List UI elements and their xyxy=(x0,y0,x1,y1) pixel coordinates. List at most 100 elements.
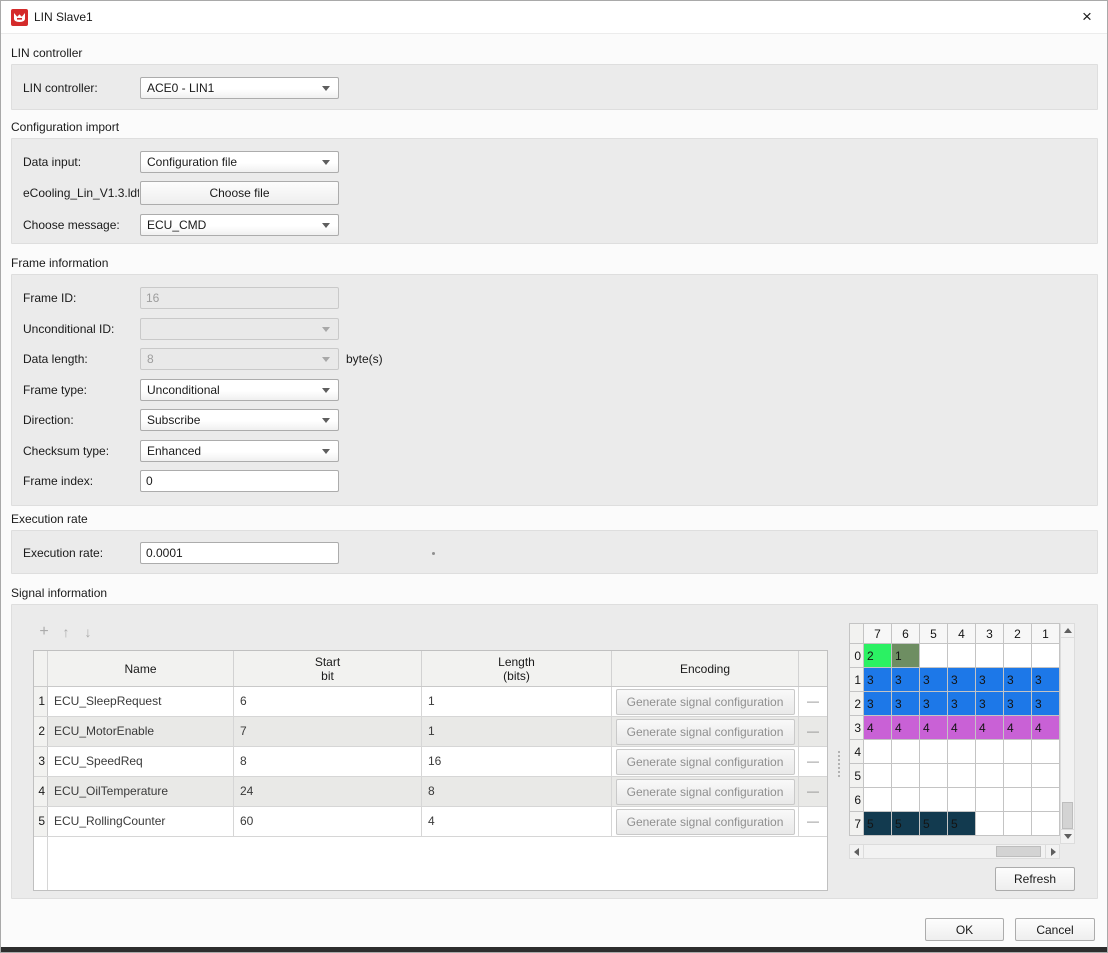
column-header-encoding: Encoding xyxy=(612,651,799,686)
generate-signal-configuration-button: Generate signal configuration xyxy=(616,809,795,835)
choose-file-button[interactable]: Choose file xyxy=(140,181,339,205)
row-action-dash: — xyxy=(799,777,827,806)
start-bit-cell[interactable]: 8 xyxy=(234,747,422,776)
lin-controller-label: LIN controller: xyxy=(23,81,98,95)
bit-cell xyxy=(864,740,892,764)
unconditional-id-dropdown xyxy=(140,318,339,340)
bit-cell: 3 xyxy=(1032,692,1060,716)
ok-button[interactable]: OK xyxy=(925,918,1004,941)
section-title-signal-information: Signal information xyxy=(11,586,107,600)
bit-cell xyxy=(976,740,1004,764)
bit-cell xyxy=(976,764,1004,788)
lin-controller-dropdown[interactable]: ACE0 - LIN1 xyxy=(140,77,339,99)
bit-grid-row-header: 1 xyxy=(850,668,864,692)
bit-grid-row-header: 4 xyxy=(850,740,864,764)
signal-table: Name Startbit Length(bits) Encoding 1 EC… xyxy=(33,650,828,891)
scroll-down-icon[interactable] xyxy=(1060,829,1075,844)
splitter-handle[interactable] xyxy=(838,751,840,777)
bit-grid-horizontal-scrollbar[interactable] xyxy=(849,844,1060,859)
signal-name-cell[interactable]: ECU_SleepRequest xyxy=(48,687,234,716)
data-input-dropdown[interactable]: Configuration file xyxy=(140,151,339,173)
start-bit-cell[interactable]: 6 xyxy=(234,687,422,716)
bit-grid-vertical-scrollbar[interactable] xyxy=(1060,623,1075,844)
frame-index-input[interactable] xyxy=(140,470,339,492)
cancel-button[interactable]: Cancel xyxy=(1015,918,1095,941)
direction-dropdown[interactable]: Subscribe xyxy=(140,409,339,431)
bit-cell: 3 xyxy=(948,692,976,716)
data-length-unit: byte(s) xyxy=(346,352,383,366)
bit-cell xyxy=(1032,812,1060,836)
bit-cell xyxy=(948,644,976,668)
scroll-up-icon[interactable] xyxy=(1060,623,1075,638)
unconditional-id-label: Unconditional ID: xyxy=(23,322,114,336)
start-bit-cell[interactable]: 60 xyxy=(234,807,422,836)
row-action-dash: — xyxy=(799,687,827,716)
stray-dot xyxy=(432,552,435,555)
refresh-button[interactable]: Refresh xyxy=(995,867,1075,891)
bit-cell xyxy=(976,644,1004,668)
bit-cell: 5 xyxy=(948,812,976,836)
signal-name-cell[interactable]: ECU_OilTemperature xyxy=(48,777,234,806)
frame-type-label: Frame type: xyxy=(23,383,87,397)
choose-message-dropdown[interactable]: ECU_CMD xyxy=(140,214,339,236)
bit-cell: 3 xyxy=(892,668,920,692)
section-title-execution-rate: Execution rate xyxy=(11,512,88,526)
bit-cell xyxy=(1004,740,1032,764)
bit-cell xyxy=(1004,764,1032,788)
bit-cell: 4 xyxy=(892,716,920,740)
length-cell[interactable]: 8 xyxy=(422,777,612,806)
scroll-right-icon[interactable] xyxy=(1045,844,1060,859)
section-title-frame-information: Frame information xyxy=(11,256,108,270)
move-up-icon: ↑ xyxy=(57,623,75,641)
bit-cell: 3 xyxy=(1004,668,1032,692)
bit-grid-column-header: 4 xyxy=(948,624,976,644)
data-input-label: Data input: xyxy=(23,155,81,169)
bit-cell: 3 xyxy=(1004,692,1032,716)
checksum-type-dropdown[interactable]: Enhanced xyxy=(140,440,339,462)
bit-cell: 3 xyxy=(1032,668,1060,692)
generate-signal-configuration-button: Generate signal configuration xyxy=(616,719,795,745)
length-cell[interactable]: 4 xyxy=(422,807,612,836)
bit-cell xyxy=(1032,764,1060,788)
length-cell[interactable]: 16 xyxy=(422,747,612,776)
column-header-name: Name xyxy=(48,651,234,686)
bit-cell: 3 xyxy=(948,668,976,692)
frame-id-input xyxy=(140,287,339,309)
window-title: LIN Slave1 xyxy=(34,10,93,24)
column-header-length: Length(bits) xyxy=(422,651,612,686)
table-row: 3 ECU_SpeedReq 8 16 Generate signal conf… xyxy=(34,747,827,777)
chevron-down-icon xyxy=(322,357,330,362)
bit-cell: 3 xyxy=(892,692,920,716)
chevron-down-icon xyxy=(322,223,330,228)
horizontal-scroll-thumb[interactable] xyxy=(996,846,1041,857)
length-cell[interactable]: 1 xyxy=(422,717,612,746)
move-down-icon: ↓ xyxy=(79,623,97,641)
close-icon[interactable]: × xyxy=(1075,6,1099,30)
signal-name-cell[interactable]: ECU_RollingCounter xyxy=(48,807,234,836)
bit-cell xyxy=(1032,788,1060,812)
choose-message-label: Choose message: xyxy=(23,218,120,232)
vertical-scroll-thumb[interactable] xyxy=(1062,802,1073,829)
start-bit-cell[interactable]: 7 xyxy=(234,717,422,746)
bit-cell xyxy=(948,788,976,812)
signal-name-cell[interactable]: ECU_SpeedReq xyxy=(48,747,234,776)
bit-cell xyxy=(976,812,1004,836)
length-cell[interactable]: 1 xyxy=(422,687,612,716)
start-bit-cell[interactable]: 24 xyxy=(234,777,422,806)
bit-grid-column-header: 7 xyxy=(864,624,892,644)
generate-signal-configuration-button: Generate signal configuration xyxy=(616,749,795,775)
table-row: 2 ECU_MotorEnable 7 1 Generate signal co… xyxy=(34,717,827,747)
bit-cell: 4 xyxy=(920,716,948,740)
bit-cell xyxy=(948,764,976,788)
generate-signal-configuration-button: Generate signal configuration xyxy=(616,779,795,805)
bit-cell: 2 xyxy=(864,644,892,668)
execution-rate-input[interactable] xyxy=(140,542,339,564)
scroll-left-icon[interactable] xyxy=(849,844,864,859)
direction-label: Direction: xyxy=(23,413,74,427)
bit-cell: 3 xyxy=(864,668,892,692)
signal-name-cell[interactable]: ECU_MotorEnable xyxy=(48,717,234,746)
app-logo-icon xyxy=(11,9,28,26)
section-title-lin-controller: LIN controller xyxy=(11,46,82,60)
frame-type-dropdown[interactable]: Unconditional xyxy=(140,379,339,401)
column-header-start-bit: Startbit xyxy=(234,651,422,686)
